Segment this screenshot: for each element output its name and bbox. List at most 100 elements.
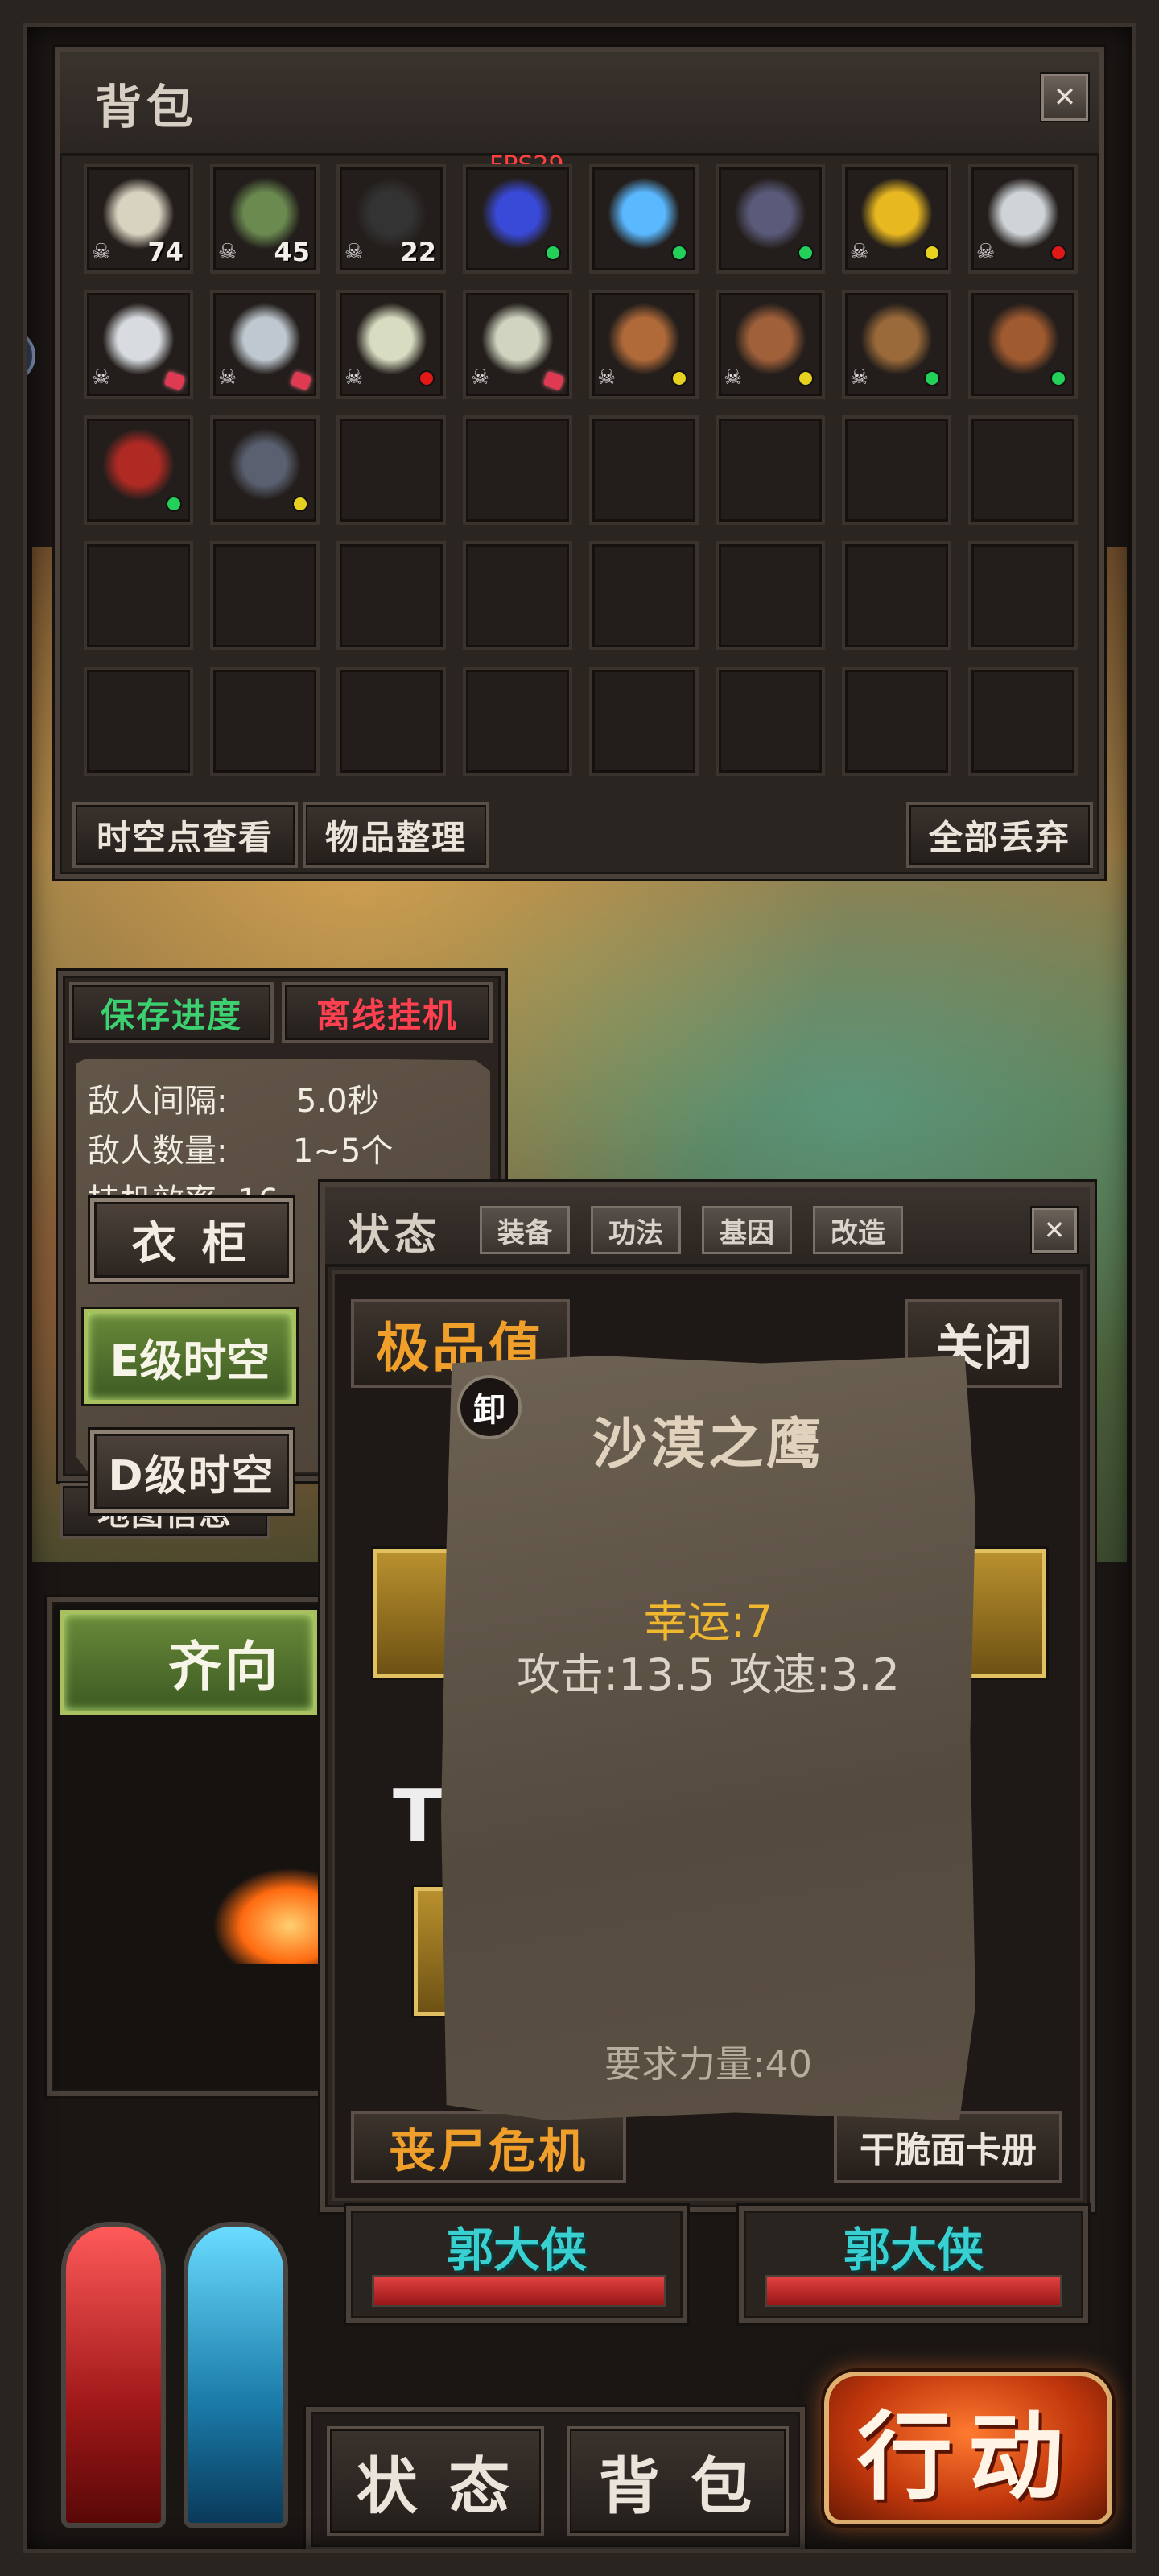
inventory-slot[interactable]: ☠ bbox=[210, 290, 320, 399]
d-level-spacetime-button[interactable]: D级时空 bbox=[90, 1430, 293, 1513]
inventory-slot[interactable]: ☠ bbox=[842, 290, 951, 399]
hp-fill bbox=[767, 2277, 1060, 2305]
zombie-crisis-button[interactable]: 丧尸危机 bbox=[351, 2111, 626, 2183]
blue-crystal-item-icon bbox=[477, 177, 558, 258]
inventory-slot-empty[interactable] bbox=[336, 541, 446, 650]
inventory-slot-empty[interactable] bbox=[336, 415, 446, 525]
inventory-slot[interactable] bbox=[210, 415, 320, 525]
green-status-dot bbox=[1050, 370, 1066, 386]
side-badge[interactable]: 22 bbox=[0, 328, 35, 383]
tab-equipment[interactable]: 装备 bbox=[480, 1206, 570, 1254]
inventory-slot[interactable] bbox=[716, 164, 825, 274]
inventory-slot-empty[interactable] bbox=[968, 541, 1078, 650]
align-button[interactable]: 齐向 bbox=[60, 1610, 317, 1715]
equip-slot-right[interactable] bbox=[966, 1549, 1046, 1678]
inventory-slot-empty[interactable] bbox=[716, 667, 825, 776]
lock-icon: ☠ bbox=[218, 240, 237, 264]
inventory-slot-empty[interactable] bbox=[842, 667, 951, 776]
inventory-slot-empty[interactable] bbox=[84, 667, 193, 776]
inventory-slot[interactable]: ☠ bbox=[589, 290, 699, 399]
inventory-slot[interactable] bbox=[968, 290, 1078, 399]
discard-all-button[interactable]: 全部丢弃 bbox=[906, 802, 1093, 868]
lock-icon: ☠ bbox=[597, 365, 617, 390]
action-button[interactable]: 行动 bbox=[824, 2372, 1112, 2524]
inventory-slot[interactable]: ☠ bbox=[968, 164, 1078, 274]
bottom-nav: 状 态 背 包 bbox=[306, 2407, 805, 2552]
inventory-slot[interactable] bbox=[463, 164, 572, 274]
inventory-slot-empty[interactable] bbox=[84, 541, 193, 650]
enemy-count-value: 1~5个 bbox=[292, 1133, 394, 1170]
boots-item-icon bbox=[225, 428, 305, 509]
inventory-slot[interactable]: ☠ bbox=[336, 290, 446, 399]
inventory-slot[interactable]: ☠ bbox=[84, 290, 193, 399]
inventory-slot-empty[interactable] bbox=[336, 667, 446, 776]
inventory-slot-empty[interactable] bbox=[463, 541, 572, 650]
green-status-dot bbox=[545, 245, 561, 261]
mp-crystal bbox=[184, 2222, 288, 2528]
nav-bag-button[interactable]: 背 包 bbox=[567, 2426, 789, 2536]
item-name: 沙漠之鹰 bbox=[592, 1413, 824, 1476]
sort-items-button[interactable]: 物品整理 bbox=[303, 802, 489, 868]
inventory-slot[interactable] bbox=[84, 415, 193, 525]
equip-slot-left[interactable] bbox=[373, 1549, 454, 1678]
green-status-dot bbox=[798, 245, 814, 261]
lock-icon: ☠ bbox=[850, 365, 869, 390]
tab-modify[interactable]: 改造 bbox=[813, 1206, 903, 1254]
inventory-slot-empty[interactable] bbox=[716, 415, 825, 525]
inventory-slot-empty[interactable] bbox=[842, 541, 951, 650]
inventory-slot[interactable]: ☠ 45 bbox=[210, 164, 320, 274]
offline-idle-button[interactable]: 离线挂机 bbox=[282, 982, 493, 1043]
inventory-slot-empty[interactable] bbox=[589, 415, 699, 525]
inventory-slot-empty[interactable] bbox=[589, 667, 699, 776]
inventory-slot-empty[interactable] bbox=[210, 541, 320, 650]
item-tooltip: 卸 沙漠之鹰 幸运:7 攻击:13.5 攻速:3.2 要求力量:40 bbox=[441, 1356, 975, 2120]
inventory-slot[interactable]: ☠ 22 bbox=[336, 164, 446, 274]
inventory-slot-empty[interactable] bbox=[968, 667, 1078, 776]
wardrobe-button[interactable]: 衣 柜 bbox=[90, 1198, 293, 1282]
ice-crystal-item-icon bbox=[604, 177, 684, 258]
e-level-spacetime-button[interactable]: E级时空 bbox=[84, 1309, 296, 1404]
green-status-dot bbox=[924, 370, 940, 386]
inventory-slot[interactable]: ☠ bbox=[716, 290, 825, 399]
inventory-slot-empty[interactable] bbox=[210, 667, 320, 776]
lock-icon: ☠ bbox=[92, 365, 111, 390]
status-close-button[interactable]: ✕ bbox=[1032, 1208, 1077, 1253]
inventory-slot-empty[interactable] bbox=[716, 541, 825, 650]
yellow-status-dot bbox=[292, 496, 308, 512]
yellow-status-dot bbox=[798, 370, 814, 386]
tab-skills[interactable]: 功法 bbox=[591, 1206, 681, 1254]
enemy-interval-row: 敌人间隔: 5.0秒 bbox=[88, 1083, 380, 1120]
nav-status-button[interactable]: 状 态 bbox=[327, 2426, 544, 2536]
gem-icon bbox=[163, 370, 186, 391]
belt-item-icon bbox=[98, 428, 179, 509]
inventory-slot[interactable]: ☠ bbox=[842, 164, 951, 274]
inventory-slot-empty[interactable] bbox=[463, 667, 572, 776]
backpack-title-bar: 背包 ✕ bbox=[60, 52, 1099, 156]
inventory-slot-empty[interactable] bbox=[463, 415, 572, 525]
item-quantity: 22 bbox=[400, 237, 436, 267]
inventory-slot-empty[interactable] bbox=[968, 415, 1078, 525]
lock-icon: ☠ bbox=[344, 365, 364, 390]
party-member-1[interactable]: 郭大侠 bbox=[346, 2206, 687, 2323]
spacetime-view-button[interactable]: 时空点查看 bbox=[72, 802, 298, 868]
backpack-title: 背包 bbox=[95, 80, 199, 134]
item-requirement: 要求力量:40 bbox=[604, 2042, 813, 2086]
party-member-2-name: 郭大侠 bbox=[843, 2223, 984, 2277]
inventory-slot[interactable] bbox=[589, 164, 699, 274]
inventory-slot-empty[interactable] bbox=[842, 415, 951, 525]
inventory-slot-empty[interactable] bbox=[589, 541, 699, 650]
armor-item-icon bbox=[730, 177, 810, 258]
tab-genes[interactable]: 基因 bbox=[702, 1206, 792, 1254]
gem-icon bbox=[290, 370, 312, 391]
party-member-2[interactable]: 郭大侠 bbox=[739, 2206, 1088, 2323]
inventory-slot[interactable]: ☠ bbox=[463, 290, 572, 399]
lock-icon: ☠ bbox=[218, 365, 237, 390]
item-quantity: 45 bbox=[274, 237, 310, 267]
inventory-slot[interactable]: ☠ 74 bbox=[84, 164, 193, 274]
card-album-button[interactable]: 干脆面卡册 bbox=[834, 2111, 1062, 2183]
backpack-close-button[interactable]: ✕ bbox=[1041, 74, 1088, 121]
gem-icon bbox=[542, 370, 565, 391]
lock-icon: ☠ bbox=[344, 240, 364, 264]
close-icon: ✕ bbox=[1043, 1215, 1066, 1245]
save-progress-button[interactable]: 保存进度 bbox=[69, 982, 274, 1043]
